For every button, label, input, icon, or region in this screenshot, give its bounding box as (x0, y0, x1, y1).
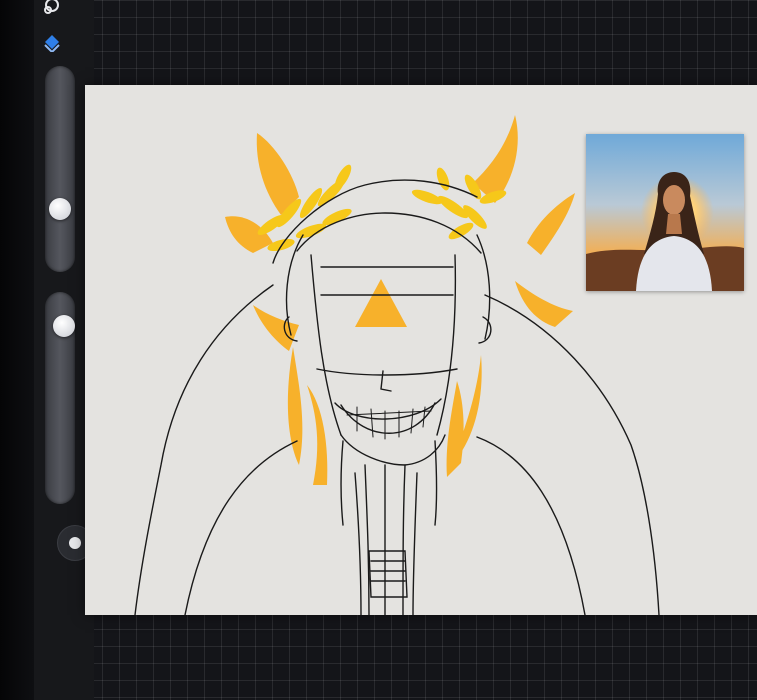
smudge-icon[interactable] (38, 0, 66, 18)
laurel-crown (257, 164, 507, 252)
brush-size-slider[interactable] (45, 66, 75, 272)
line-art-strokes (134, 179, 660, 616)
woman-sunset-photo (586, 134, 744, 291)
eraser-layer-icon[interactable] (38, 30, 66, 52)
reference-image-window[interactable] (586, 134, 744, 291)
modifier-square-icon (69, 537, 81, 549)
brush-opacity-slider[interactable] (45, 292, 75, 504)
brush-size-knob[interactable] (49, 198, 71, 220)
device-bezel (0, 0, 34, 700)
brush-opacity-knob[interactable] (53, 315, 75, 337)
screen (0, 0, 757, 700)
hair-color-fill (225, 115, 575, 485)
